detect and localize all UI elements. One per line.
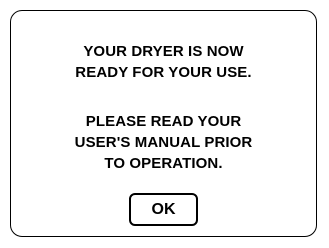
manual-notice-line-1: PLEASE READ YOUR xyxy=(85,113,242,130)
ready-message: YOUR DRYER IS NOW READY FOR YOUR USE. xyxy=(11,41,316,83)
ok-button[interactable]: OK xyxy=(129,193,198,226)
manual-notice-line-3: TO OPERATION. xyxy=(104,155,223,172)
ready-dialog: YOUR DRYER IS NOW READY FOR YOUR USE. PL… xyxy=(10,10,317,237)
ready-message-line-2: READY FOR YOUR USE. xyxy=(75,64,252,81)
ready-message-line-1: YOUR DRYER IS NOW xyxy=(83,43,244,60)
manual-notice-line-2: USER'S MANUAL PRIOR xyxy=(74,134,253,151)
manual-notice: PLEASE READ YOUR USER'S MANUAL PRIOR TO … xyxy=(11,111,316,174)
